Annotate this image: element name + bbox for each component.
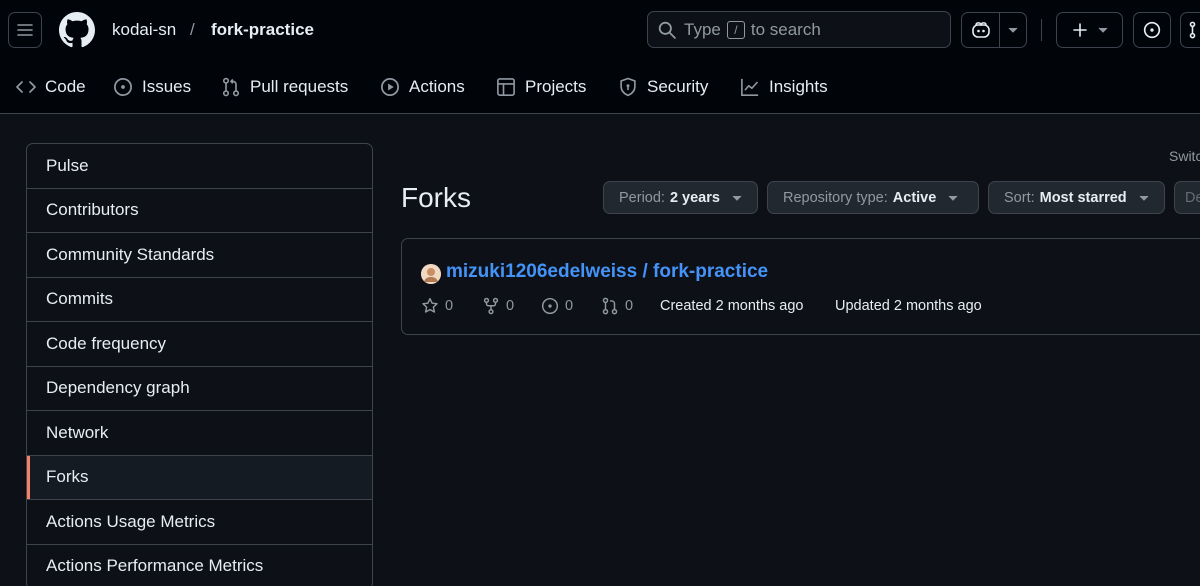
pull-requests-count: 0: [601, 297, 633, 315]
tab-projects[interactable]: Projects: [496, 70, 586, 104]
switch-view-link[interactable]: Switc: [1169, 148, 1200, 164]
chevron-down-icon: [1098, 27, 1108, 33]
search-shortcut-key: /: [726, 20, 745, 39]
sidebar-item-actions-usage-metrics[interactable]: Actions Usage Metrics: [27, 500, 372, 545]
avatar[interactable]: [421, 264, 441, 284]
search-prefix: Type: [684, 19, 721, 39]
filter-label: Period:: [619, 189, 665, 206]
repository-type-filter-button[interactable]: Repository type: Active: [767, 181, 979, 214]
tab-insights[interactable]: Insights: [740, 70, 828, 104]
create-new-button[interactable]: [1056, 12, 1123, 48]
code-icon: [16, 79, 36, 95]
hamburger-icon: [17, 22, 33, 38]
table-icon: [496, 77, 516, 97]
filter-value: Most starred: [1039, 189, 1127, 206]
tab-pull-requests[interactable]: Pull requests: [221, 70, 348, 104]
tab-label: Security: [647, 77, 709, 96]
period-filter-button[interactable]: Period: 2 years: [603, 181, 758, 214]
stars-count: 0: [421, 297, 453, 315]
search-icon: [658, 21, 676, 39]
sidebar-item-forks[interactable]: Forks: [27, 455, 372, 500]
filter-label: Repository type:: [783, 189, 888, 206]
menu-button[interactable]: [8, 12, 42, 48]
sidebar-item-network[interactable]: Network: [27, 411, 372, 456]
forks-count: 0: [482, 297, 514, 315]
filter-value: 2 years: [669, 189, 720, 206]
created-date: Created 2 months ago: [660, 298, 804, 314]
your-issues-button[interactable]: [1133, 12, 1171, 48]
filter-value: Active: [892, 189, 937, 206]
updated-date: Updated 2 months ago: [835, 298, 982, 314]
tab-label: Actions: [409, 77, 465, 96]
repo-forked-icon: [482, 297, 500, 315]
tab-label: Code: [45, 77, 86, 96]
chevron-down-icon: [948, 195, 958, 201]
github-logo-icon[interactable]: [59, 12, 95, 48]
tab-label: Insights: [769, 77, 828, 96]
stat-value: 0: [445, 298, 454, 314]
stat-value: 0: [565, 298, 574, 314]
plus-icon: [1072, 22, 1088, 38]
issue-opened-icon: [541, 297, 559, 315]
repo-name-link[interactable]: fork-practice: [211, 20, 314, 40]
breadcrumb-separator: /: [190, 20, 195, 39]
sidebar-item-code-frequency[interactable]: Code frequency: [27, 322, 372, 367]
filter-label: Sort:: [1004, 189, 1035, 206]
fork-list-item: mizuki1206edelweiss / fork-practice 0 0 …: [401, 238, 1200, 335]
git-pull-request-icon: [601, 297, 619, 315]
graph-icon: [740, 77, 760, 97]
fork-repo-link[interactable]: mizuki1206edelweiss / fork-practice: [446, 261, 768, 283]
tab-code[interactable]: Code: [16, 70, 86, 104]
sidebar-item-pulse[interactable]: Pulse: [27, 144, 372, 189]
search-suffix: to search: [750, 19, 821, 39]
repo-owner-link[interactable]: kodai-sn: [112, 20, 176, 40]
issue-opened-icon: [113, 77, 133, 97]
sidebar-item-contributors[interactable]: Contributors: [27, 189, 372, 233]
sort-filter-button[interactable]: Sort: Most starred: [988, 181, 1165, 214]
chevron-down-icon[interactable]: [1000, 13, 1026, 47]
git-pull-request-icon: [1188, 21, 1200, 39]
insights-sidebar: Pulse Contributors Community Standards C…: [26, 143, 373, 586]
git-pull-request-icon: [221, 77, 241, 97]
stat-value: 0: [506, 298, 515, 314]
shield-icon: [618, 77, 638, 97]
page-title: Forks: [401, 182, 471, 213]
defaults-button[interactable]: De: [1174, 181, 1200, 214]
copilot-button[interactable]: [961, 12, 1027, 48]
stat-value: 0: [625, 298, 634, 314]
play-icon: [380, 77, 400, 97]
header-divider: [1041, 19, 1042, 41]
search-input[interactable]: Type / to search: [647, 11, 951, 48]
tab-label: Issues: [142, 77, 192, 96]
chevron-down-icon: [1139, 195, 1149, 201]
tab-actions[interactable]: Actions: [380, 70, 465, 104]
fork-separator: /: [642, 261, 648, 282]
issues-count: 0: [541, 297, 573, 315]
fork-repo-name[interactable]: fork-practice: [653, 261, 768, 282]
tab-label: Projects: [525, 77, 587, 96]
sidebar-item-actions-performance-metrics[interactable]: Actions Performance Metrics: [27, 545, 372, 586]
tab-label: Pull requests: [250, 77, 349, 96]
sidebar-item-commits[interactable]: Commits: [27, 278, 372, 322]
sidebar-item-community-standards[interactable]: Community Standards: [27, 233, 372, 278]
chevron-down-icon: [732, 195, 742, 201]
your-pull-requests-button[interactable]: [1180, 12, 1200, 48]
tab-security[interactable]: Security: [618, 70, 708, 104]
global-header: kodai-sn / fork-practice Type / to searc…: [0, 0, 1200, 114]
issue-opened-icon: [1143, 21, 1161, 39]
sidebar-item-dependency-graph[interactable]: Dependency graph: [27, 367, 372, 411]
tab-issues[interactable]: Issues: [113, 70, 191, 104]
fork-owner-name[interactable]: mizuki1206edelweiss: [446, 261, 637, 282]
star-icon: [421, 297, 439, 315]
copilot-icon[interactable]: [962, 13, 1000, 47]
